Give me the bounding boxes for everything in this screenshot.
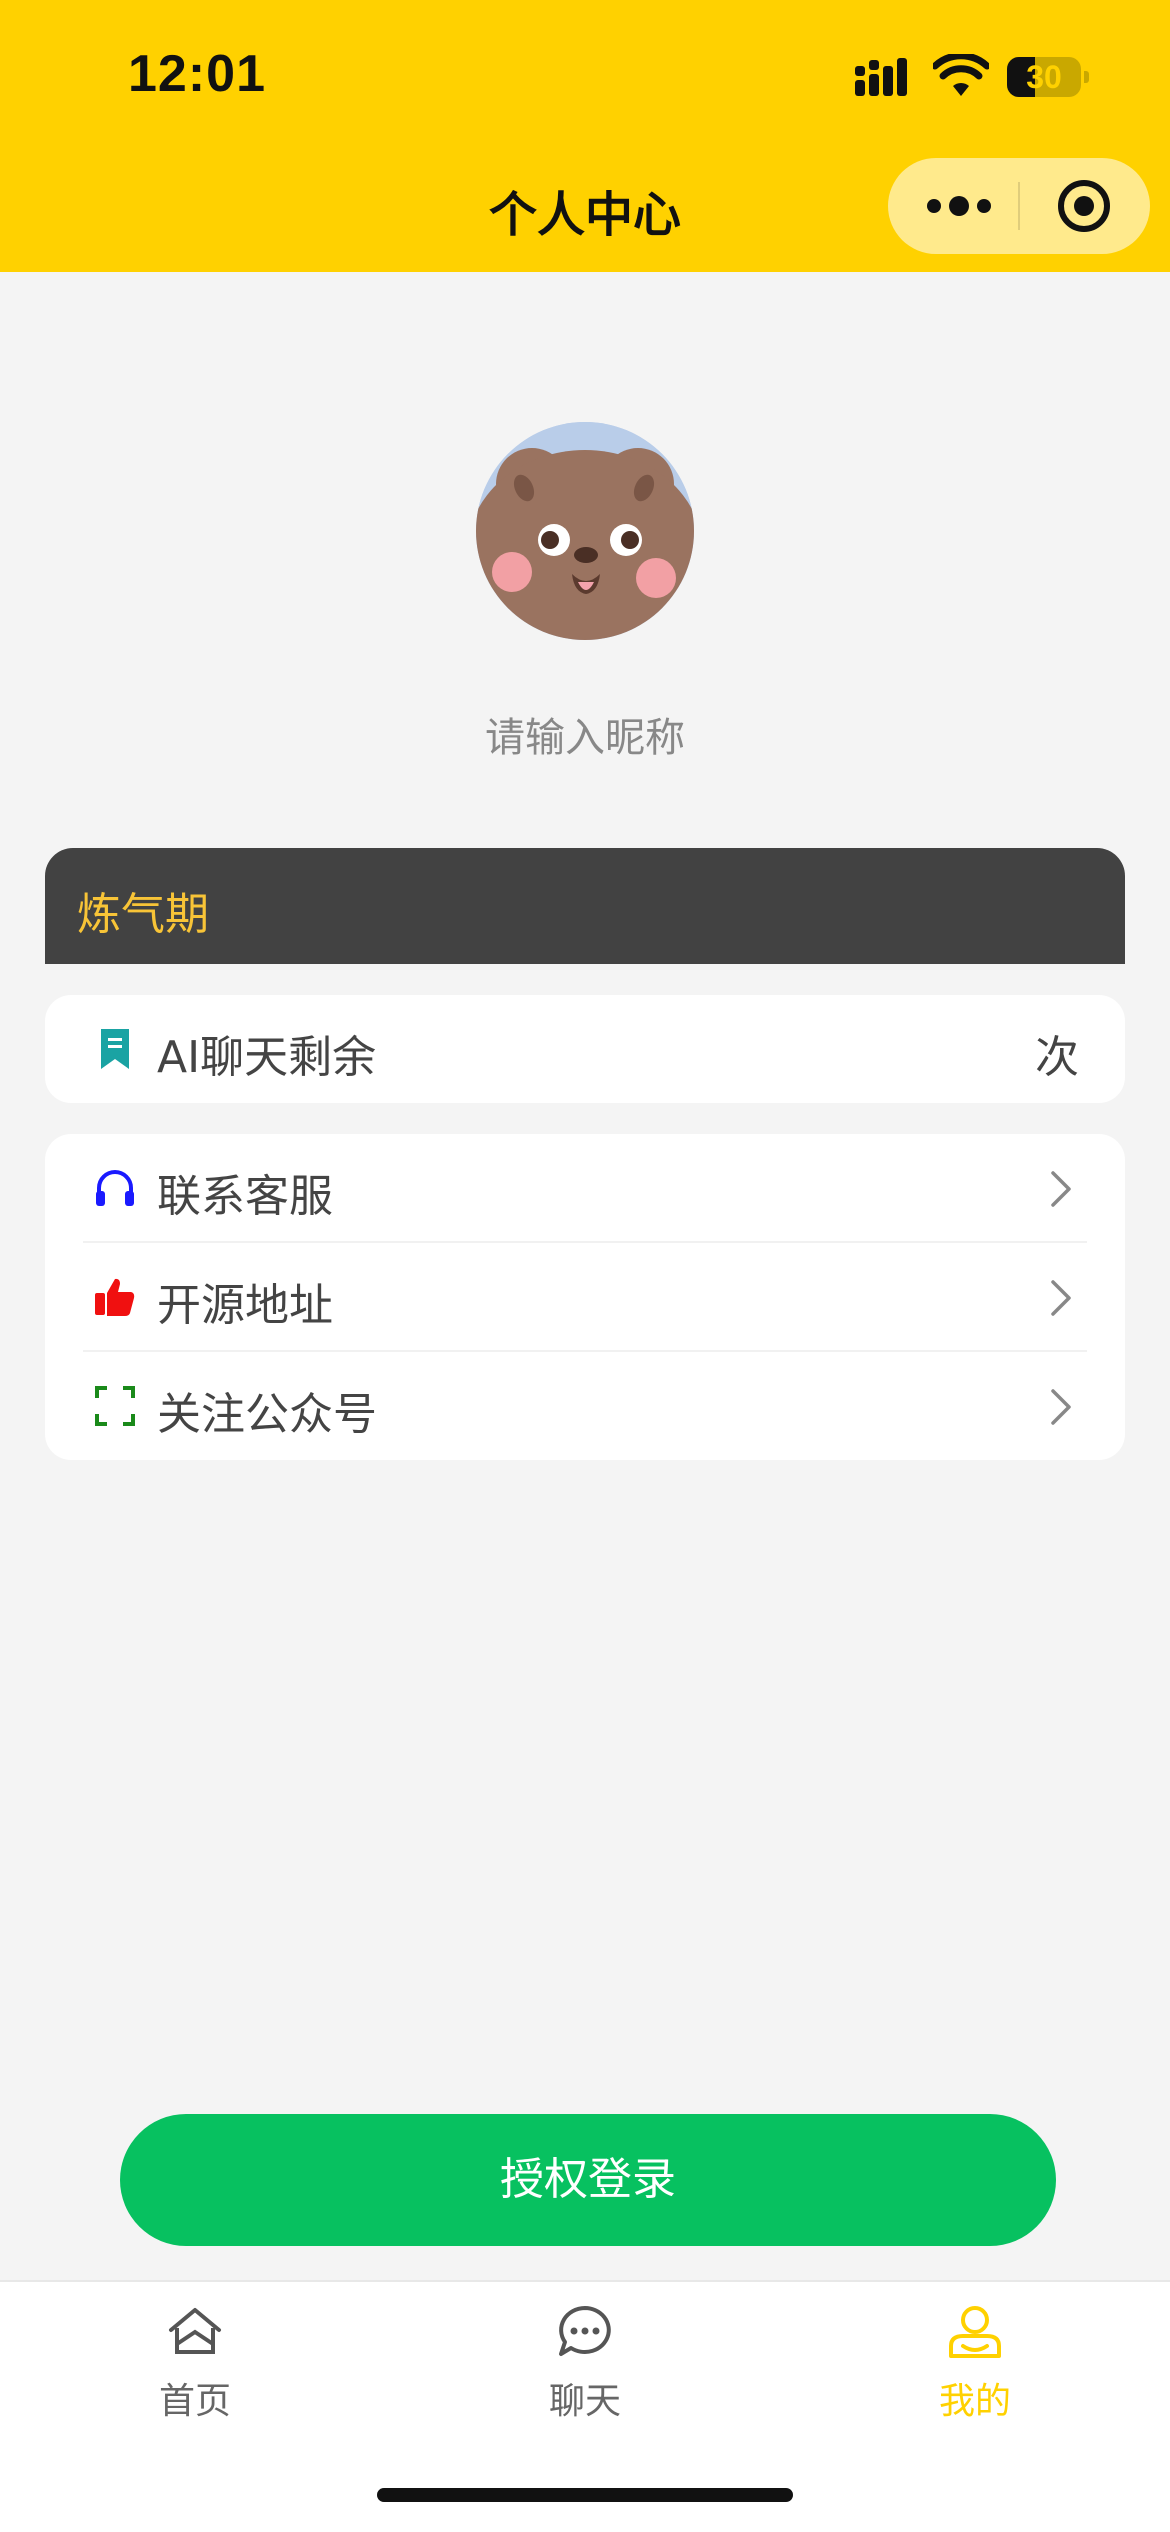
tab-mine[interactable]: 我的	[780, 2282, 1170, 2442]
chevron-right-icon	[1051, 1171, 1071, 1207]
battery-icon: 30	[1007, 57, 1081, 97]
menu-item-follow-official-account[interactable]: 关注公众号	[45, 1352, 1125, 1460]
nickname-input[interactable]: 请输入昵称	[0, 705, 1170, 763]
quota-label: AI聊天剩余	[157, 1032, 377, 1083]
bookmark-icon	[101, 1029, 129, 1069]
tab-label: 聊天	[548, 2381, 621, 2422]
menu-item-label: 联系客服	[157, 1171, 333, 1222]
avatar[interactable]	[476, 422, 694, 640]
close-target-icon[interactable]	[1056, 178, 1112, 234]
chevron-right-icon	[1051, 1280, 1071, 1316]
bear-avatar-image	[476, 422, 694, 640]
quota-unit: 次	[1035, 1032, 1079, 1083]
level-name: 炼气期	[77, 889, 209, 940]
signal-icon	[855, 58, 907, 96]
scan-icon	[95, 1386, 135, 1426]
mini-program-capsule	[888, 158, 1150, 254]
menu-item-contact-support[interactable]: 联系客服	[45, 1134, 1125, 1242]
menu-card: 联系客服 开源地址 关注公众号	[45, 1134, 1125, 1460]
chevron-right-icon	[1051, 1389, 1071, 1425]
battery-tip	[1084, 71, 1089, 83]
quota-card: AI聊天剩余 次	[45, 995, 1125, 1103]
menu-item-label: 关注公众号	[157, 1389, 377, 1440]
home-indicator[interactable]	[377, 2488, 793, 2502]
thumbs-up-icon	[95, 1278, 135, 1316]
user-icon	[949, 2306, 1001, 2358]
more-icon[interactable]	[924, 186, 994, 226]
tab-label: 首页	[158, 2381, 231, 2422]
headset-icon	[96, 1170, 134, 1206]
menu-item-open-source[interactable]: 开源地址	[45, 1243, 1125, 1351]
wifi-icon	[933, 54, 989, 96]
home-icon	[169, 2308, 221, 2354]
quota-row: AI聊天剩余 次	[45, 995, 1125, 1103]
tab-home[interactable]: 首页	[0, 2282, 390, 2442]
tab-label: 我的	[938, 2381, 1011, 2422]
level-banner: 炼气期	[45, 848, 1125, 964]
tab-chat[interactable]: 聊天	[390, 2282, 780, 2442]
status-icons: 30	[855, 52, 1095, 100]
capsule-divider	[1018, 182, 1020, 230]
menu-item-label: 开源地址	[157, 1280, 333, 1331]
battery-level: 30	[1026, 59, 1062, 95]
header-bar: 12:01 30 个人中心	[0, 0, 1170, 272]
status-time: 12:01	[128, 45, 266, 103]
authorize-login-button[interactable]: 授权登录	[120, 2114, 1056, 2246]
chat-icon	[559, 2306, 611, 2356]
